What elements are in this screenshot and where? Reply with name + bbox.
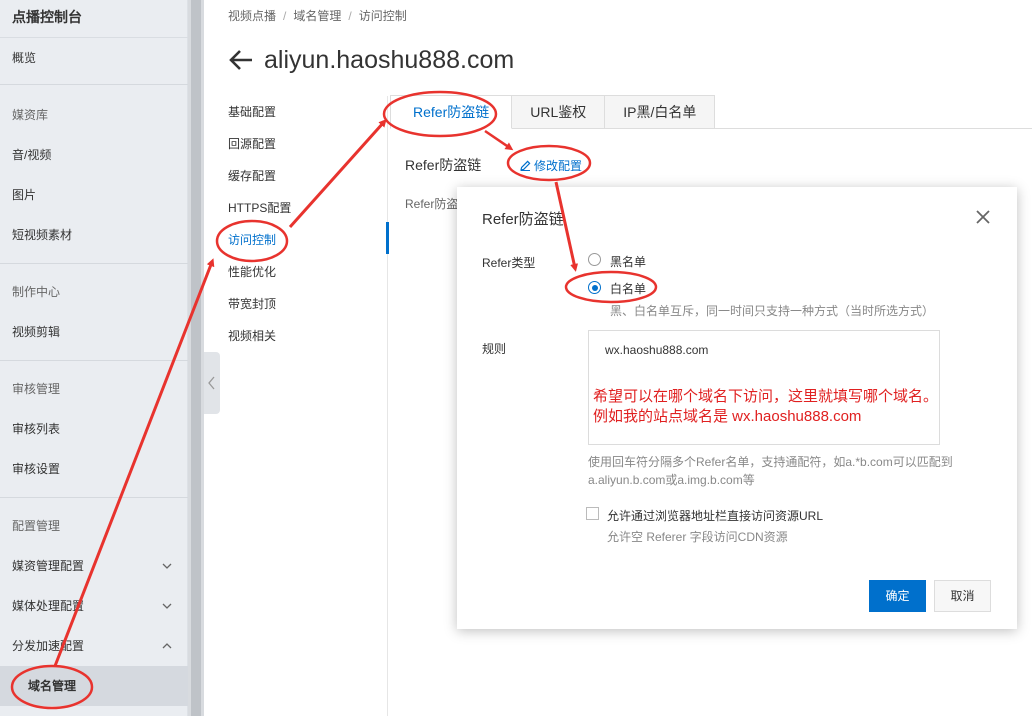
subnav-item-access-control[interactable]: 访问控制 [228,224,388,256]
domain-title: aliyun.haoshu888.com [264,45,515,74]
edit-config-label: 修改配置 [534,159,583,173]
sidebar-item-label: 媒体处理配置 [12,599,85,613]
breadcrumb-item-domain[interactable]: 域名管理 [293,9,341,23]
sidebar-item-review-settings[interactable]: 审核设置 [0,449,188,489]
annotation-line: 希望可以在哪个域名下访问，这里就填写哪个域名。 [593,388,939,405]
radio-whitelist[interactable] [588,281,601,294]
refer-type-label: Refer类型 [482,256,536,270]
sidebar-item-media-proc-config[interactable]: 媒体处理配置 [0,586,188,626]
sidebar-item-label: 分发加速配置 [12,639,85,653]
radio-blacklist[interactable] [588,253,601,266]
annotation-line: 例如我的站点域名是 wx.haoshu888.com [593,408,862,425]
subnav-item-origin[interactable]: 回源配置 [228,128,388,160]
subnav-active-marker [386,222,389,254]
back-arrow-icon[interactable] [228,49,254,71]
tab-refer[interactable]: Refer防盗链 [390,95,513,129]
refer-type-hint: 黑、白名单互斥，同一时间只支持一种方式（当时所选方式） [610,304,935,318]
subnav-item-cache[interactable]: 缓存配置 [228,160,388,192]
refer-setting-label: Refer防盗 [405,197,459,211]
sidebar-scrollbar-thumb[interactable] [191,0,201,716]
tab-url-auth[interactable]: URL鉴权 [512,95,606,129]
allow-empty-referer-hint: 允许空 Referer 字段访问CDN资源 [607,530,788,544]
tab-ip-list[interactable]: IP黑/白名单 [605,95,716,129]
collapse-handle[interactable] [204,352,220,414]
breadcrumb-item-access-control: 访问控制 [358,9,407,23]
dialog-title: Refer防盗链 [482,211,564,228]
chevron-left-icon [208,376,215,390]
subnav-item-video[interactable]: 视频相关 [228,320,388,352]
tab-underline [704,128,1032,129]
rules-label: 规则 [482,342,507,356]
page-title: aliyun.haoshu888.com [228,42,514,78]
sidebar-group-config: 配置管理 [12,519,61,533]
chevron-up-icon [162,643,172,649]
chevron-down-icon [162,563,172,569]
sidebar-item-short-video[interactable]: 短视频素材 [0,215,188,255]
rules-hint: a.aliyun.b.com或a.img.b.com等 [588,473,755,487]
sidebar-item-label: 媒资管理配置 [12,559,85,573]
rules-value: wx.haoshu888.com [605,343,709,357]
sidebar-divider [0,84,188,85]
edit-config-link[interactable]: 修改配置 [520,157,582,174]
breadcrumb-separator: / [348,9,352,23]
sidebar-divider [0,497,188,498]
sidebar-item-media-mgmt-config[interactable]: 媒资管理配置 [0,546,188,586]
rules-textarea[interactable]: wx.haoshu888.com 希望可以在哪个域名下访问，这里就填写哪个域名。… [588,330,940,445]
radio-blacklist-label[interactable]: 黑名单 [610,253,646,270]
chevron-down-icon [162,603,172,609]
config-subnav: 基础配置 回源配置 缓存配置 HTTPS配置 访问控制 性能优化 带宽封顶 视频… [228,96,388,352]
confirm-button[interactable]: 确定 [869,580,926,612]
sidebar-item-images[interactable]: 图片 [0,175,188,215]
sidebar-divider [0,360,188,361]
sidebar-group-review: 审核管理 [12,382,61,396]
sidebar-item-domain-mgmt[interactable]: 域名管理 [0,666,188,706]
subnav-item-https[interactable]: HTTPS配置 [228,192,388,224]
subnav-divider [387,96,388,716]
allow-empty-referer-checkbox[interactable] [586,507,599,520]
breadcrumb: 视频点播 / 域名管理 / 访问控制 [228,7,407,24]
breadcrumb-separator: / [283,9,287,23]
subnav-item-performance[interactable]: 性能优化 [228,256,388,288]
sidebar: 点播控制台 概览 媒资库 音/视频 图片 短视频素材 制作中心 视频剪辑 审核管… [0,0,188,716]
sidebar-group-media: 媒资库 [12,108,49,122]
close-icon[interactable] [973,207,993,227]
sidebar-item-dist-accel-config[interactable]: 分发加速配置 [0,626,188,666]
access-control-tabs: Refer防盗链 URL鉴权 IP黑/白名单 [390,95,716,129]
sidebar-item-video-edit[interactable]: 视频剪辑 [0,312,188,352]
console-title: 点播控制台 [0,0,188,38]
sidebar-item-overview[interactable]: 概览 [0,38,188,78]
subnav-item-bandwidth-cap[interactable]: 带宽封顶 [228,288,388,320]
allow-empty-referer-label[interactable]: 允许通过浏览器地址栏直接访问资源URL [607,507,823,524]
radio-whitelist-label[interactable]: 白名单 [610,280,646,297]
sidebar-item-review-list[interactable]: 审核列表 [0,409,188,449]
sidebar-divider [0,263,188,264]
section-title: Refer防盗链 [405,157,482,173]
rules-annotation: 希望可以在哪个域名下访问，这里就填写哪个域名。 例如我的站点域名是 wx.hao… [593,387,939,427]
breadcrumb-item-vod[interactable]: 视频点播 [228,9,276,23]
subnav-item-basic[interactable]: 基础配置 [228,96,388,128]
edit-icon [520,160,531,171]
rules-hint: 使用回车符分隔多个Refer名单，支持通配符，如a.*b.com可以匹配到 [588,455,953,469]
sidebar-item-audio-video[interactable]: 音/视频 [0,135,188,175]
cancel-button[interactable]: 取消 [934,580,991,612]
sidebar-group-production: 制作中心 [12,285,61,299]
refer-dialog: Refer防盗链 Refer类型 黑名单 白名单 黑、白名单互斥，同一时间只支持… [457,187,1017,629]
